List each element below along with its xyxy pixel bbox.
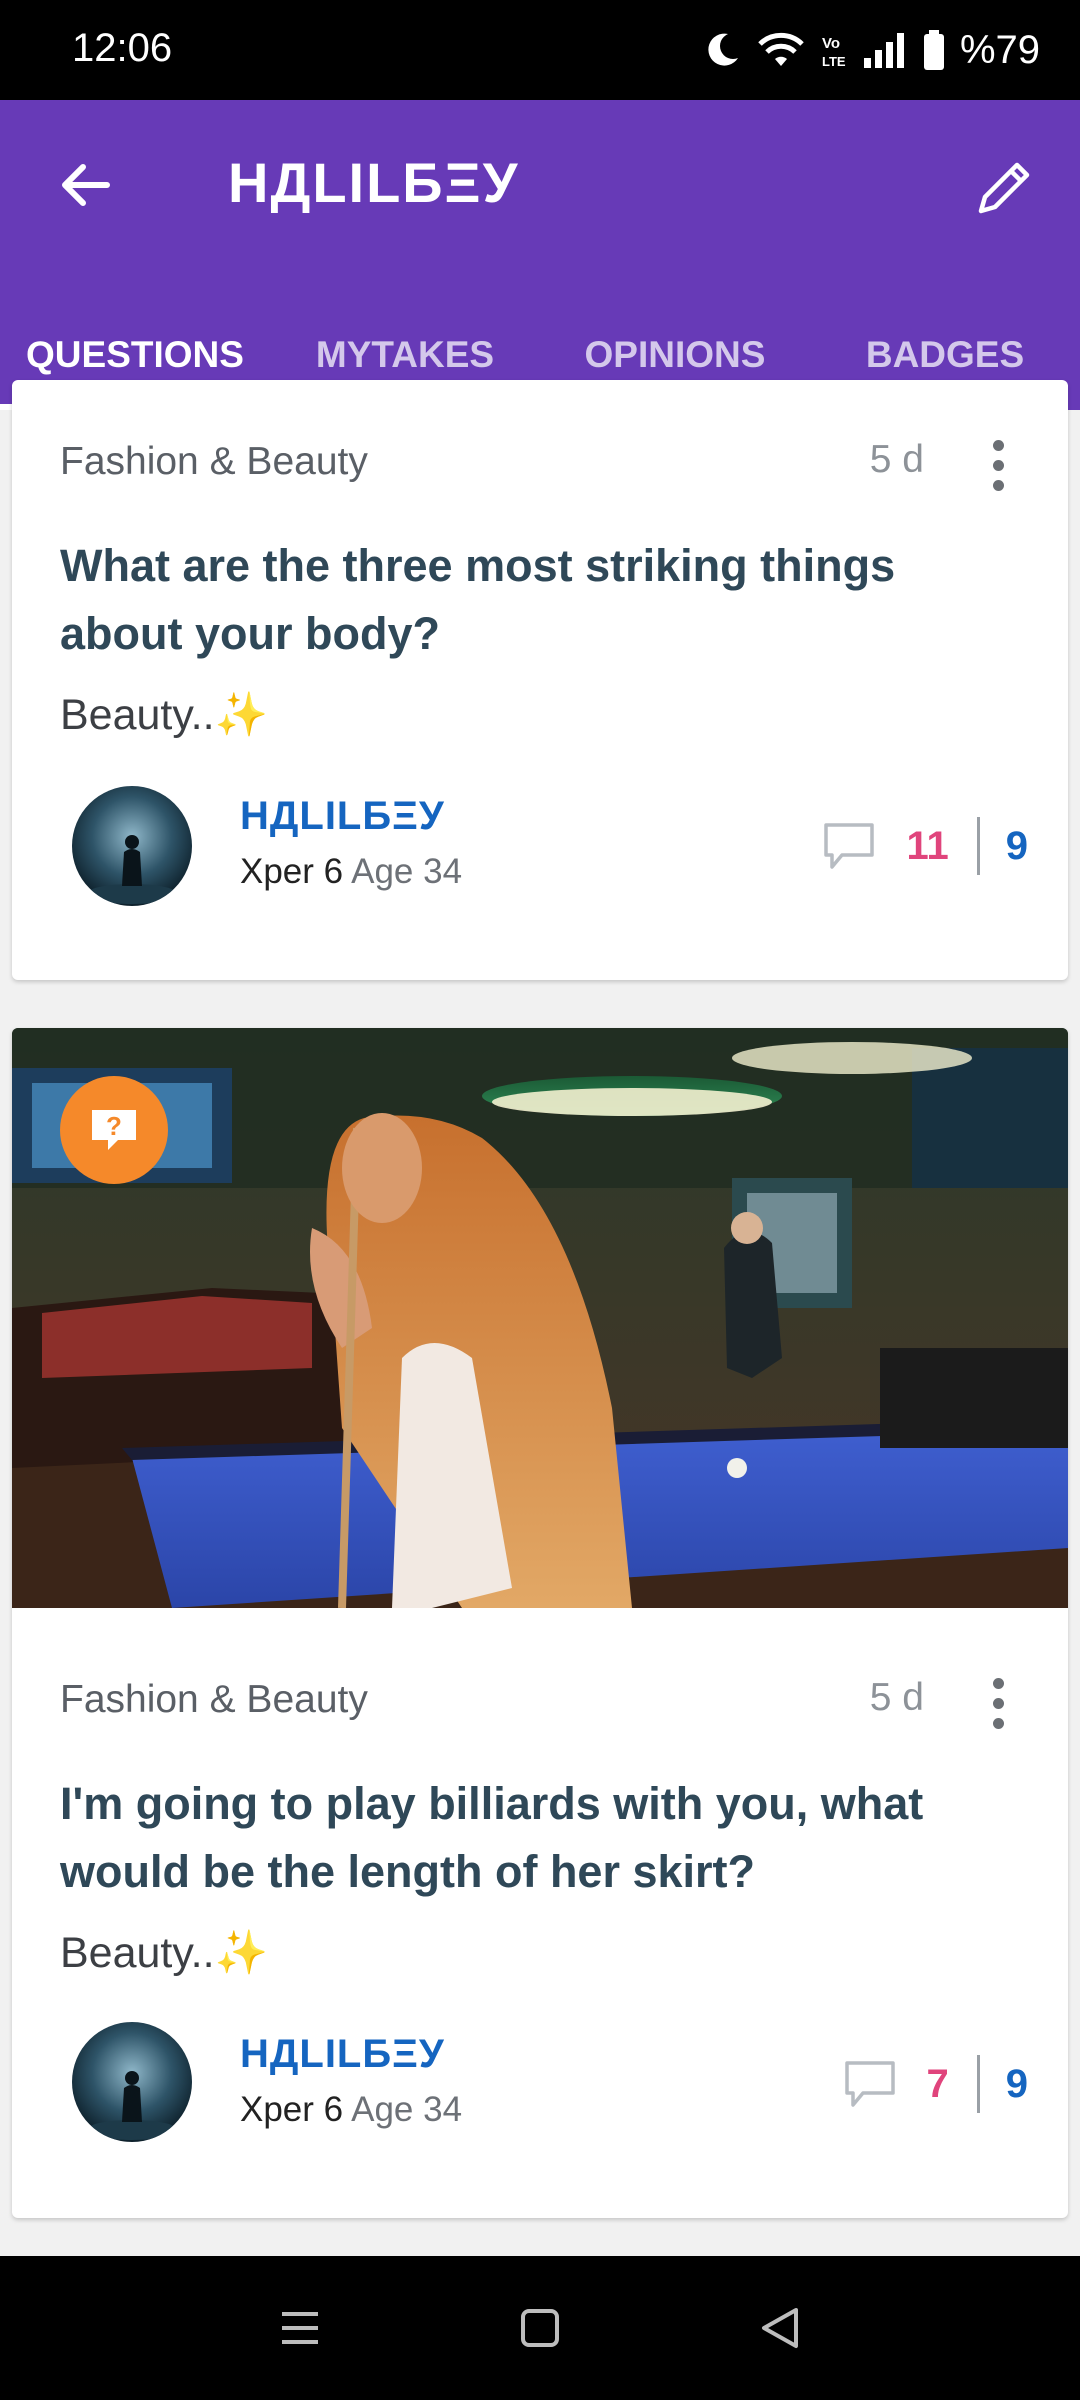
username[interactable]: НДLILБΞУ	[240, 794, 445, 839]
question-badge: ?	[60, 1076, 168, 1184]
question-title[interactable]: I'm going to play billiards with you, wh…	[60, 1770, 990, 1906]
home-square-icon	[521, 2309, 559, 2347]
user-level: Xper 6	[240, 2090, 344, 2129]
navigation-bar	[0, 2256, 1080, 2400]
volte-icon: Vo LTE	[822, 35, 846, 69]
arrow-left-icon	[62, 164, 110, 206]
svg-text:LTE: LTE	[822, 54, 846, 69]
page-title: НДLILБΞУ	[228, 151, 520, 214]
menu-icon	[282, 2312, 318, 2344]
question-description: Beauty..✨	[60, 691, 269, 739]
user-meta: Xper 6 Age 34	[240, 852, 462, 892]
question-time: 5 d	[869, 438, 924, 481]
avatar[interactable]	[72, 786, 192, 906]
answer-count: 11	[906, 823, 949, 868]
signal-icon	[863, 33, 904, 68]
status-time: 12:06	[72, 26, 173, 70]
user-age: Age 34	[351, 852, 463, 891]
question-card[interactable]: Fashion & Beauty 5 d What are the three …	[12, 380, 1068, 980]
more-options-button[interactable]	[978, 1668, 1018, 1738]
question-description: Beauty..✨	[60, 1929, 269, 1977]
question-stats: 11 9	[822, 814, 1028, 878]
question-category[interactable]: Fashion & Beauty	[60, 440, 368, 484]
avatar-image	[72, 786, 192, 906]
user-meta: Xper 6 Age 34	[240, 2090, 462, 2130]
view-count: 9	[1005, 2061, 1028, 2106]
answer-count: 7	[926, 2061, 949, 2106]
wifi-icon	[758, 32, 804, 66]
comment-icon	[844, 2061, 895, 2107]
pencil-icon	[978, 162, 1030, 214]
home-button[interactable]	[500, 2288, 580, 2368]
battery-percent: %79	[959, 27, 1040, 72]
moon-icon	[708, 33, 738, 66]
comment-icon	[824, 823, 875, 869]
stats-divider	[976, 817, 980, 875]
question-photo[interactable]	[12, 1028, 1068, 1608]
user-level: Xper 6	[240, 852, 344, 891]
question-card[interactable]: ? Fashion & Beauty 5 d I'm going to play…	[12, 1028, 1068, 2218]
question-stats: 7 9	[843, 2052, 1028, 2116]
status-bar: 12:06 Vo LTE %79	[0, 0, 1080, 100]
svg-text:Vo: Vo	[822, 35, 840, 52]
user-age: Age 34	[351, 2090, 463, 2129]
recents-button[interactable]	[260, 2288, 340, 2368]
status-icons: Vo LTE %79	[702, 22, 1040, 78]
battery-icon	[923, 30, 944, 70]
stats-divider	[976, 2055, 980, 2113]
view-count: 9	[1005, 823, 1028, 868]
back-triangle-icon	[762, 2308, 798, 2348]
back-button[interactable]	[50, 150, 120, 220]
avatar-image	[72, 2022, 192, 2142]
back-nav-button[interactable]	[740, 2288, 820, 2368]
avatar[interactable]	[72, 2022, 192, 2142]
username[interactable]: НДLILБΞУ	[240, 2032, 445, 2077]
svg-text:?: ?	[106, 1111, 122, 1141]
question-bubble-icon: ?	[92, 1110, 136, 1150]
question-category[interactable]: Fashion & Beauty	[60, 1678, 368, 1722]
more-options-button[interactable]	[978, 430, 1018, 500]
question-title[interactable]: What are the three most striking things …	[60, 532, 990, 668]
edit-button[interactable]	[964, 148, 1044, 228]
app-bar: НДLILБΞУ QUESTIONS MYTAKES OPINIONS BADG…	[0, 100, 1080, 410]
question-time: 5 d	[869, 1676, 924, 1719]
